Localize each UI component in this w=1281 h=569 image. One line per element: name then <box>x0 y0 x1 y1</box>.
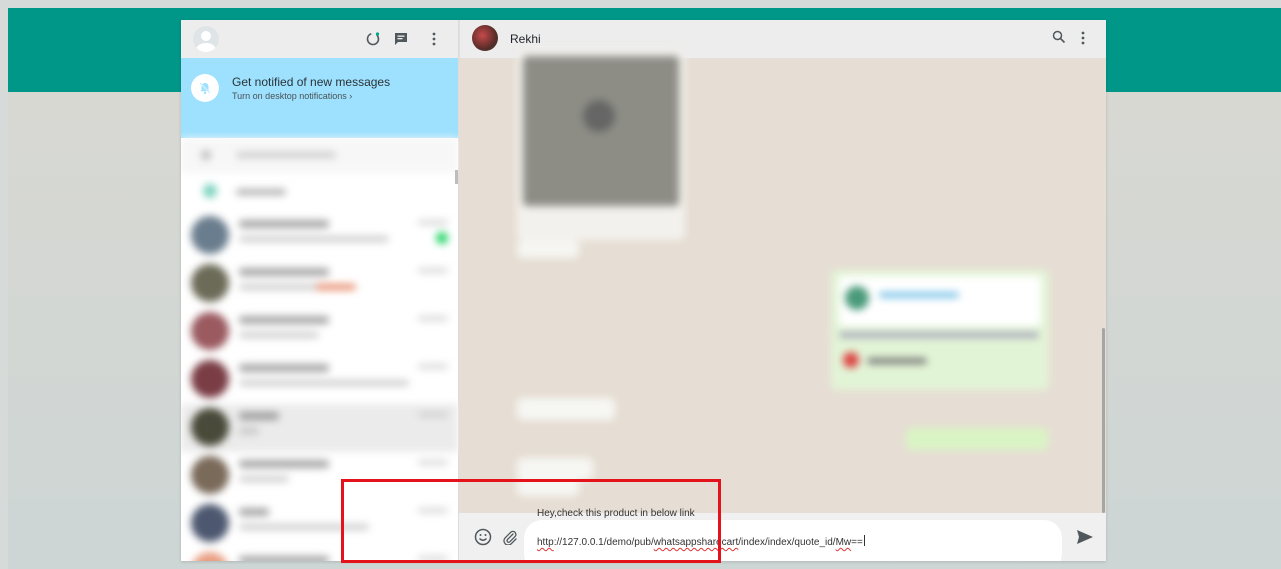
search-bar[interactable] <box>181 138 458 172</box>
chat-list-scrollbar[interactable] <box>455 170 458 184</box>
highlight-box <box>341 479 721 563</box>
list-item[interactable] <box>181 212 458 260</box>
status-icon[interactable] <box>362 28 384 50</box>
link-part-id: Mw <box>835 537 852 548</box>
video-message[interactable] <box>517 50 685 240</box>
menu-icon[interactable] <box>1081 31 1087 47</box>
message-scrollbar[interactable] <box>1102 328 1105 513</box>
notification-subtitle[interactable]: Turn on desktop notifications › <box>232 91 352 101</box>
text-cursor <box>863 535 865 546</box>
menu-icon[interactable] <box>423 28 445 50</box>
link-part-suffix: == <box>851 537 863 548</box>
left-header <box>181 20 458 58</box>
send-icon[interactable] <box>1074 526 1096 548</box>
list-item[interactable] <box>181 404 458 452</box>
contact-name[interactable]: Rekhi <box>510 32 541 46</box>
list-item[interactable] <box>181 308 458 356</box>
bell-off-icon <box>191 74 219 102</box>
my-avatar[interactable] <box>193 26 219 52</box>
link-preview-message[interactable] <box>831 270 1049 390</box>
list-item[interactable] <box>181 356 458 404</box>
new-chat-icon[interactable] <box>390 28 412 50</box>
notification-title: Get notified of new messages <box>232 75 391 89</box>
message-area <box>459 50 1106 513</box>
list-item[interactable] <box>181 260 458 308</box>
link-part-path: /index/index/quote_id/ <box>738 537 836 548</box>
search-icon[interactable] <box>1052 30 1068 46</box>
contact-avatar[interactable] <box>472 25 498 51</box>
